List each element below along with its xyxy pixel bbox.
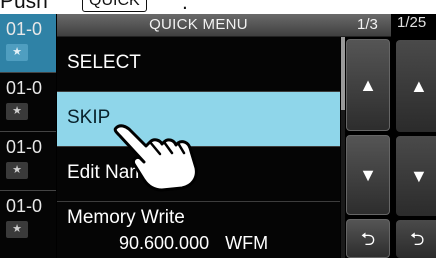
skip-star-icon: ★ — [6, 103, 28, 120]
instruction-period: . — [182, 0, 188, 14]
down-arrow-icon: ▼ — [410, 166, 428, 186]
instruction-strip: Push QUICK . — [0, 0, 436, 14]
menu-scrollbar[interactable] — [341, 37, 345, 258]
scrollbar-thumb[interactable] — [341, 37, 345, 110]
back-arrow-icon: ⮌ — [360, 228, 376, 249]
radio-screen: 01-0 ★ 01-0 ★ 01-0 ★ 01-0 ★ 1/25 ▲ ▼ ⮌ Q… — [0, 14, 436, 258]
scroll-down-button[interactable]: ▼ — [346, 135, 390, 215]
back-arrow-icon: ⮌ — [410, 229, 425, 249]
memory-channel-row[interactable]: 01-0 ★ — [0, 73, 56, 131]
background-scroll-up-button[interactable]: ▲ — [396, 40, 436, 132]
up-arrow-icon: ▲ — [410, 76, 428, 96]
menu-item-label: SELECT — [67, 52, 141, 73]
channel-number: 01-0 — [6, 137, 43, 157]
skip-star-icon: ★ — [6, 221, 28, 238]
memory-channel-row[interactable]: 01-0 ★ — [0, 191, 56, 249]
menu-item-edit-name[interactable]: Edit Name — [57, 147, 340, 201]
up-arrow-icon: ▲ — [359, 75, 377, 95]
menu-item-label: Edit Name — [67, 162, 156, 183]
instruction-text: Push — [0, 0, 48, 13]
quick-menu-page-indicator: 1/3 — [357, 16, 378, 33]
quick-menu-header: QUICK MENU 1/3 — [57, 14, 391, 37]
quick-menu: QUICK MENU 1/3 SELECT SKIP Edit Name Mem… — [57, 14, 391, 258]
background-page-indicator: 1/25 — [397, 14, 427, 31]
quick-key-label: QUICK — [82, 0, 147, 12]
menu-item-select[interactable]: SELECT — [57, 37, 340, 91]
skip-star-icon: ★ — [6, 162, 28, 179]
frequency-value: 90.600.000 — [119, 233, 210, 253]
mode-value: WFM — [225, 233, 269, 253]
memory-channel-list: 01-0 ★ 01-0 ★ 01-0 ★ 01-0 ★ — [0, 14, 56, 258]
menu-item-skip[interactable]: SKIP — [57, 92, 340, 146]
down-arrow-icon: ▼ — [359, 165, 377, 185]
menu-item-label: SKIP — [67, 107, 111, 128]
channel-number: 01-0 — [6, 78, 43, 98]
channel-number: 01-0 — [6, 19, 43, 39]
skip-star-icon: ★ — [6, 44, 28, 61]
background-scroll-down-button[interactable]: ▼ — [396, 136, 436, 216]
back-button[interactable]: ⮌ — [346, 219, 390, 258]
quick-menu-title: QUICK MENU — [149, 16, 248, 33]
menu-item-memory-write[interactable]: Memory Write 90.600.000 WFM — [57, 202, 340, 258]
menu-item-label: Memory Write — [67, 207, 185, 228]
memory-write-detail: 90.600.000 WFM — [119, 233, 268, 254]
memory-channel-row[interactable]: 01-0 ★ — [0, 132, 56, 190]
memory-channel-row[interactable]: 01-0 ★ — [0, 14, 56, 72]
channel-number: 01-0 — [6, 196, 43, 216]
scroll-up-button[interactable]: ▲ — [346, 39, 390, 131]
background-back-button[interactable]: ⮌ — [396, 220, 436, 258]
